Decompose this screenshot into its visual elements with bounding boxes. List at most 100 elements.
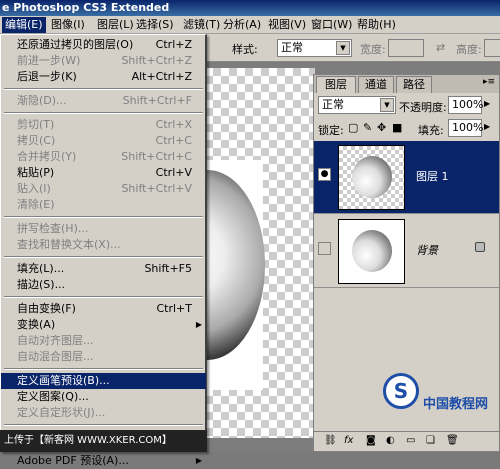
mask-icon[interactable]: ◙ [366,435,376,446]
panel-menu-icon[interactable]: ▸≡ [483,77,495,87]
menu-item-label: 变换(A) [17,318,56,331]
style-label: 样式: [232,43,258,56]
menu-item[interactable]: 填充(L)... Shift+F5 [1,261,206,277]
swap-icon[interactable]: ⇄ [436,41,445,54]
menu-item-shortcut: Ctrl+T [156,302,192,315]
menu-item: 自动对齐图层... [1,333,206,349]
tab-paths[interactable]: 路径 [396,76,432,93]
menu-separator [4,296,203,298]
tab-layers[interactable]: 图层 [316,76,356,93]
layer-row-1[interactable]: ● 图层 1 [314,141,499,214]
menu-item-label: 清除(E) [17,198,55,211]
chevron-down-icon: ▼ [336,41,350,55]
menu-item[interactable]: 后退一步(K) Alt+Ctrl+Z [1,69,206,85]
trash-icon[interactable]: 🗑 [446,435,459,446]
menu-item-shortcut: Ctrl+X [155,118,192,131]
lock-image-icon[interactable]: ✎ [363,121,372,134]
menu-item-label: 查找和替换文本(X)... [17,238,121,251]
menu-item[interactable]: 还原通过拷贝的图层(O) Ctrl+Z [1,37,206,53]
menu-analysis[interactable]: 分析(A) [220,17,264,33]
layer-name: 背景 [416,244,438,257]
menu-item: 拷贝(C) Ctrl+C [1,133,206,149]
fx-icon[interactable]: fx [344,435,353,446]
menu-separator [4,256,203,258]
menu-item: 渐隐(D)... Shift+Ctrl+F [1,93,206,109]
menu-item-label: 自动对齐图层... [17,334,94,347]
edit-menu: 还原通过拷贝的图层(O) Ctrl+Z 前进一步(W) Shift+Ctrl+Z 后退一… [0,34,207,467]
eye-icon[interactable]: ● [318,168,331,181]
menu-item: 贴入(I) Shift+Ctrl+V [1,181,206,197]
menu-item-label: 自动混合图层... [17,350,94,363]
height-input[interactable] [484,39,500,57]
menu-item-label: 定义自定形状(J)... [17,406,106,419]
menu-separator [4,424,203,426]
logo-text: 中国教程网 [423,397,489,412]
width-input[interactable] [388,39,424,57]
menu-item-label: 贴入(I) [17,182,51,195]
menu-separator [4,112,203,114]
fill-arrow-icon[interactable]: ▶ [484,122,490,131]
menu-item[interactable]: Adobe PDF 预设(A)... ▶ [1,453,206,469]
menu-help[interactable]: 帮助(H) [354,17,399,33]
menu-item-label: 拷贝(C) [17,134,56,147]
opacity-input[interactable]: 100% [448,96,483,114]
menu-item-shortcut: Ctrl+C [155,134,192,147]
panel-tabs: 图层 通道 路径 ▸≡ [314,75,499,93]
menu-image[interactable]: 图像(I) [48,17,88,33]
site-logo: S 中国教程网 [375,355,495,435]
submenu-arrow-icon: ▶ [195,456,202,465]
lock-transparent-icon[interactable]: ▢ [348,121,358,134]
eye-off-icon[interactable] [318,242,331,255]
lock-row: 锁定: ▢ ✎ ✥ ■ 填充: 100% ▶ [314,118,499,140]
menu-item-shortcut: Alt+Ctrl+Z [131,70,192,83]
lock-label: 锁定: [318,124,344,137]
new-layer-icon[interactable]: ❏ [426,435,435,446]
chevron-down-icon: ▼ [380,98,394,112]
style-select[interactable]: 正常 ▼ [277,39,352,57]
menu-item-shortcut: Shift+Ctrl+F [122,94,192,107]
menu-item[interactable]: 定义图案(Q)... [1,389,206,405]
lock-position-icon[interactable]: ✥ [377,121,386,134]
menu-item: 拼写检查(H)... [1,221,206,237]
menu-item-label: 描边(S)... [17,278,66,291]
height-label: 高度: [456,43,482,56]
menu-item[interactable]: 自由变换(F) Ctrl+T [1,301,206,317]
menu-separator [4,368,203,370]
sphere-thumbnail [352,156,392,198]
menu-separator [4,88,203,90]
menu-item[interactable]: 描边(S)... [1,277,206,293]
menu-select[interactable]: 选择(S) [133,17,177,33]
menu-layer[interactable]: 图层(L) [94,17,137,33]
menu-view[interactable]: 视图(V) [265,17,309,33]
menu-item[interactable]: 粘贴(P) Ctrl+V [1,165,206,181]
link-icon[interactable]: ⛓ [324,435,337,446]
opacity-label: 不透明度: [399,101,447,114]
blend-row: 正常 ▼ 不透明度: 100% ▶ [314,95,499,117]
menu-item-label: Adobe PDF 预设(A)... [17,454,129,467]
menu-item: 前进一步(W) Shift+Ctrl+Z [1,53,206,69]
fill-label: 填充: [418,124,444,137]
blend-mode-select[interactable]: 正常 ▼ [318,96,396,114]
opacity-arrow-icon[interactable]: ▶ [484,99,490,108]
fill-input[interactable]: 100% [448,119,483,137]
adjustment-icon[interactable]: ◐ [386,435,395,446]
menu-item-label: 定义图案(Q)... [17,390,89,403]
menu-filter[interactable]: 滤镜(T) [180,17,223,33]
menu-item[interactable]: 定义画笔预设(B)... [1,373,206,389]
menu-edit[interactable]: 编辑(E) [2,17,46,33]
tab-channels[interactable]: 通道 [358,76,394,93]
menu-item-label: 自由变换(F) [17,302,76,315]
folder-icon[interactable]: ▭ [406,435,415,446]
menu-item-shortcut: Shift+Ctrl+Z [121,54,192,67]
menu-separator [4,216,203,218]
menu-window[interactable]: 窗口(W) [308,17,355,33]
menu-item-label: 合并拷贝(Y) [17,150,77,163]
logo-circle: S [383,373,419,409]
menu-item-shortcut: Ctrl+V [155,166,192,179]
submenu-arrow-icon: ▶ [195,320,202,329]
menu-item: 合并拷贝(Y) Shift+Ctrl+C [1,149,206,165]
lock-all-icon[interactable]: ■ [392,121,402,134]
layer-row-background[interactable]: 背景 [314,215,499,288]
menu-item[interactable]: 变换(A) ▶ [1,317,206,333]
menu-item-shortcut: Shift+Ctrl+C [121,150,192,163]
